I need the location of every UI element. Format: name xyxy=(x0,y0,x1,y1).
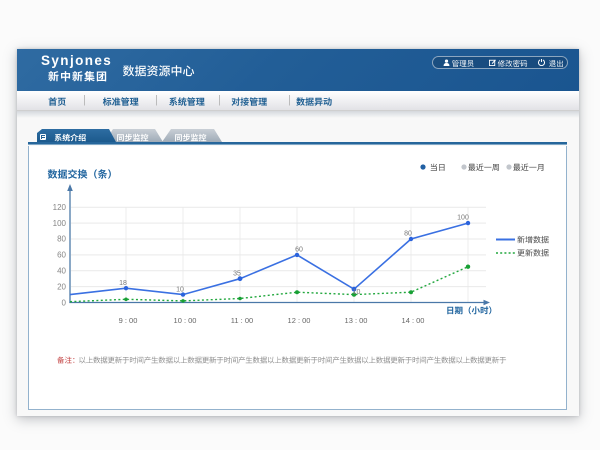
svg-text:12 : 00: 12 : 00 xyxy=(288,316,311,325)
svg-text:120: 120 xyxy=(53,203,67,212)
svg-text:0: 0 xyxy=(62,299,67,308)
svg-text:10: 10 xyxy=(176,287,184,294)
svg-text:18: 18 xyxy=(119,280,127,287)
svg-text:40: 40 xyxy=(57,267,66,276)
svg-text:13 : 00: 13 : 00 xyxy=(345,316,368,325)
svg-text:11 : 00: 11 : 00 xyxy=(231,316,253,325)
svg-text:10 : 00: 10 : 00 xyxy=(174,316,197,325)
svg-text:60: 60 xyxy=(295,247,303,254)
svg-text:100: 100 xyxy=(53,219,67,228)
svg-text:35: 35 xyxy=(233,271,241,278)
svg-text:60: 60 xyxy=(57,251,66,260)
svg-text:20: 20 xyxy=(57,283,66,292)
svg-text:80: 80 xyxy=(404,231,412,238)
svg-text:10: 10 xyxy=(353,289,361,296)
svg-text:14 : 00: 14 : 00 xyxy=(402,316,425,325)
svg-text:9 : 00: 9 : 00 xyxy=(119,316,138,325)
svg-text:100: 100 xyxy=(457,215,469,222)
svg-text:80: 80 xyxy=(57,235,66,244)
